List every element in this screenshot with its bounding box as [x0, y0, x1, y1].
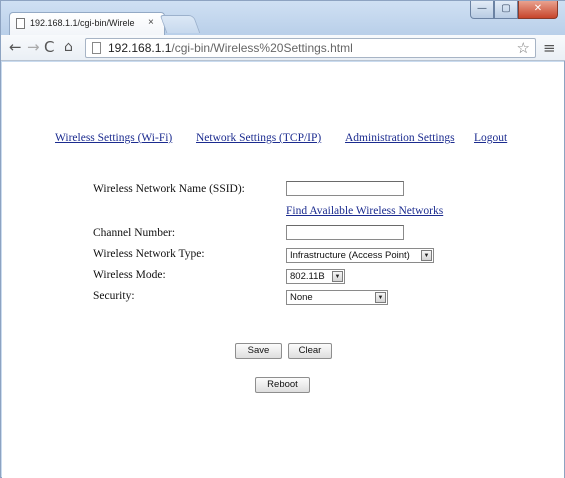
browser-tab[interactable]: 192.168.1.1/cgi-bin/Wirele × [9, 12, 165, 35]
page-viewport: Wireless Settings (Wi-Fi) Network Settin… [2, 62, 564, 478]
ssid-input[interactable] [286, 181, 404, 196]
page-icon [16, 18, 25, 29]
reboot-button[interactable]: Reboot [255, 377, 310, 393]
browser-toolbar: ← → C ⌂ 192.168.1.1/cgi-bin/Wireless%20S… [1, 35, 565, 61]
browser-window: 192.168.1.1/cgi-bin/Wirele × — ▢ ✕ ← → C… [0, 0, 565, 478]
forward-arrow-icon[interactable]: → [27, 38, 40, 56]
bookmark-star-icon[interactable]: ☆ [517, 39, 530, 57]
security-select[interactable]: None ▼ [286, 290, 388, 305]
new-tab-button[interactable] [159, 15, 201, 33]
wireless-mode-label: Wireless Mode: [93, 269, 166, 281]
url-text: 192.168.1.1/cgi-bin/Wireless%20Settings.… [108, 41, 353, 55]
top-navigation: Wireless Settings (Wi-Fi) Network Settin… [2, 132, 564, 148]
dropdown-arrow-icon[interactable]: ▼ [421, 250, 432, 261]
channel-number-label: Channel Number: [93, 227, 176, 239]
back-arrow-icon[interactable]: ← [9, 38, 22, 56]
wireless-mode-value: 802.11B [290, 271, 325, 282]
network-type-value: Infrastructure (Access Point) [290, 250, 410, 261]
network-type-label: Wireless Network Type: [93, 248, 205, 260]
address-bar[interactable]: 192.168.1.1/cgi-bin/Wireless%20Settings.… [85, 38, 536, 58]
close-tab-icon[interactable]: × [148, 17, 154, 28]
home-icon[interactable]: ⌂ [64, 38, 73, 56]
nav-link-wireless-settings[interactable]: Wireless Settings (Wi-Fi) [55, 132, 172, 144]
maximize-button[interactable]: ▢ [494, 1, 518, 19]
find-wireless-networks-link[interactable]: Find Available Wireless Networks [286, 205, 443, 217]
url-host: 192.168.1.1 [108, 41, 172, 55]
window-controls: — ▢ ✕ [470, 1, 558, 21]
minimize-button[interactable]: — [470, 1, 494, 19]
wireless-mode-select[interactable]: 802.11B ▼ [286, 269, 345, 284]
save-button[interactable]: Save [235, 343, 282, 359]
url-path: /cgi-bin/Wireless%20Settings.html [171, 41, 353, 55]
nav-link-administration-settings[interactable]: Administration Settings [345, 132, 455, 144]
browser-menu-icon[interactable]: ≡ [543, 39, 556, 57]
tab-strip: 192.168.1.1/cgi-bin/Wirele × — ▢ ✕ [1, 1, 565, 35]
nav-link-network-settings[interactable]: Network Settings (TCP/IP) [196, 132, 321, 144]
dropdown-arrow-icon[interactable]: ▼ [375, 292, 386, 303]
security-label: Security: [93, 290, 135, 302]
reload-icon[interactable]: C [44, 38, 54, 56]
nav-link-logout[interactable]: Logout [474, 132, 507, 144]
ssid-label: Wireless Network Name (SSID): [93, 183, 245, 195]
security-value: None [290, 292, 313, 303]
dropdown-arrow-icon[interactable]: ▼ [332, 271, 343, 282]
network-type-select[interactable]: Infrastructure (Access Point) ▼ [286, 248, 434, 263]
page-icon [92, 42, 101, 54]
clear-button[interactable]: Clear [288, 343, 332, 359]
tab-title: 192.168.1.1/cgi-bin/Wirele [30, 18, 135, 28]
channel-number-input[interactable] [286, 225, 404, 240]
close-window-button[interactable]: ✕ [518, 1, 558, 19]
